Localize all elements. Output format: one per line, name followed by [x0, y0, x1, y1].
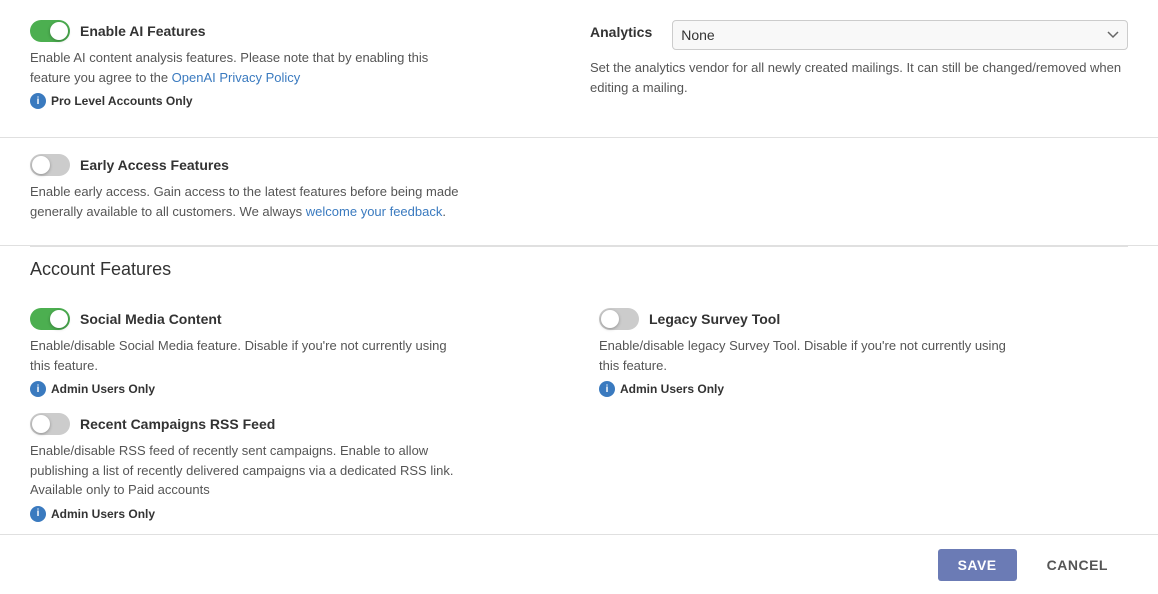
footer-bar: SAVE CANCEL	[0, 534, 1158, 594]
legacy-survey-badge: i Admin Users Only	[599, 381, 1128, 397]
analytics-select[interactable]: None Google Analytics Custom	[672, 20, 1128, 50]
rss-feed-badge: i Admin Users Only	[30, 506, 559, 522]
legacy-survey-header: Legacy Survey Tool	[599, 308, 1128, 330]
ai-analytics-section: Enable AI Features Enable AI content ana…	[0, 0, 1158, 138]
rss-feed-desc: Enable/disable RSS feed of recently sent…	[30, 441, 460, 500]
rss-feed-row: Recent Campaigns RSS Feed Enable/disable…	[30, 413, 559, 522]
social-media-row: Social Media Content Enable/disable Soci…	[30, 308, 559, 397]
early-access-row: Early Access Features Enable early acces…	[30, 154, 1128, 221]
info-icon-rss: i	[30, 506, 46, 522]
ai-features-col: Enable AI Features Enable AI content ana…	[30, 20, 550, 117]
social-media-badge: i Admin Users Only	[30, 381, 559, 397]
features-col-left: Social Media Content Enable/disable Soci…	[30, 308, 559, 530]
early-access-toggle[interactable]	[30, 154, 70, 176]
ai-features-desc: Enable AI content analysis features. Ple…	[30, 48, 460, 87]
save-button[interactable]: SAVE	[938, 549, 1017, 581]
early-access-section: Early Access Features Enable early acces…	[0, 138, 1158, 246]
social-media-toggle[interactable]	[30, 308, 70, 330]
analytics-label: Analytics	[590, 20, 652, 40]
social-media-title: Social Media Content	[80, 311, 222, 327]
account-features-section: Account Features Social Media Content En…	[0, 246, 1158, 550]
account-features-title: Account Features	[30, 246, 1128, 292]
page-container: Enable AI Features Enable AI content ana…	[0, 0, 1158, 594]
social-media-desc: Enable/disable Social Media feature. Dis…	[30, 336, 460, 375]
info-icon-social: i	[30, 381, 46, 397]
info-icon-legacy: i	[599, 381, 615, 397]
legacy-survey-desc: Enable/disable legacy Survey Tool. Disab…	[599, 336, 1029, 375]
features-col-right: Legacy Survey Tool Enable/disable legacy…	[599, 308, 1128, 530]
analytics-desc: Set the analytics vendor for all newly c…	[590, 58, 1128, 97]
analytics-row: Analytics None Google Analytics Custom	[590, 20, 1128, 50]
openai-privacy-link[interactable]: OpenAI Privacy Policy	[172, 70, 301, 85]
ai-features-toggle[interactable]	[30, 20, 70, 42]
ai-feature-row: Enable AI Features Enable AI content ana…	[30, 20, 550, 109]
info-icon: i	[30, 93, 46, 109]
ai-feature-header: Enable AI Features	[30, 20, 550, 42]
rss-feed-toggle[interactable]	[30, 413, 70, 435]
cancel-button[interactable]: CANCEL	[1027, 549, 1128, 581]
legacy-survey-row: Legacy Survey Tool Enable/disable legacy…	[599, 308, 1128, 397]
rss-feed-header: Recent Campaigns RSS Feed	[30, 413, 559, 435]
early-access-desc: Enable early access. Gain access to the …	[30, 182, 460, 221]
early-access-header: Early Access Features	[30, 154, 1128, 176]
social-media-header: Social Media Content	[30, 308, 559, 330]
legacy-survey-title: Legacy Survey Tool	[649, 311, 780, 327]
ai-features-title: Enable AI Features	[80, 23, 206, 39]
rss-feed-title: Recent Campaigns RSS Feed	[80, 416, 275, 432]
analytics-col: Analytics None Google Analytics Custom S…	[590, 20, 1128, 117]
feedback-link[interactable]: welcome your feedback	[306, 204, 443, 219]
features-grid: Social Media Content Enable/disable Soci…	[30, 308, 1128, 530]
early-access-title: Early Access Features	[80, 157, 229, 173]
ai-features-badge: i Pro Level Accounts Only	[30, 93, 550, 109]
legacy-survey-toggle[interactable]	[599, 308, 639, 330]
